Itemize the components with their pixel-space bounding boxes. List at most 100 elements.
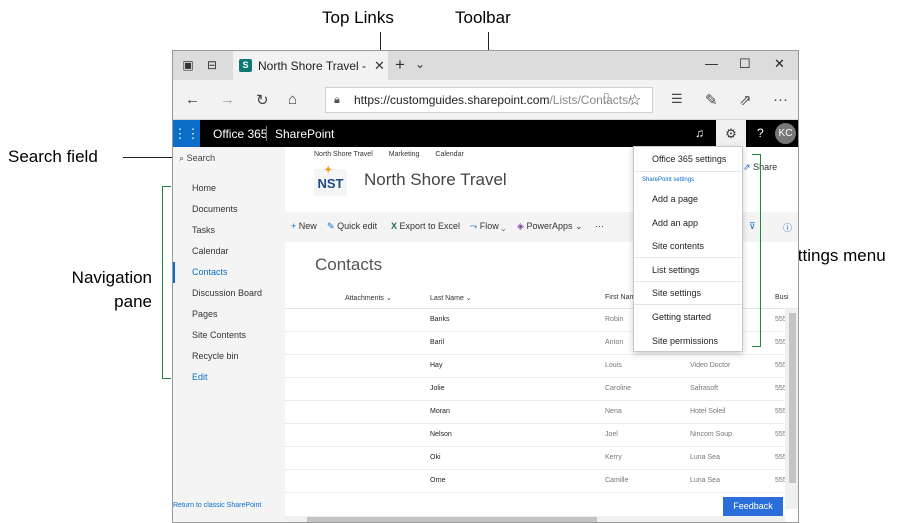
- new-tab-icon[interactable]: +: [395, 55, 405, 75]
- feedback-button[interactable]: Feedback: [723, 497, 783, 516]
- export-excel-button[interactable]: X Export to Excel: [391, 221, 460, 231]
- menu-list-settings[interactable]: List settings: [634, 265, 742, 275]
- app-launcher-icon[interactable]: ⋮⋮: [173, 120, 200, 147]
- menu-divider: [634, 171, 742, 172]
- cell-last-name[interactable]: Moran: [430, 408, 450, 415]
- nav-item-recycle-bin[interactable]: Recycle bin: [173, 346, 285, 367]
- set-aside-tabs-icon[interactable]: ⊟: [205, 58, 219, 72]
- cell-last-name[interactable]: Hay: [430, 362, 442, 369]
- nav-item-documents[interactable]: Documents: [173, 199, 285, 220]
- settings-menu: Office 365 settings SharePoint settings …: [633, 146, 743, 352]
- office-suite-bar: ⋮⋮ Office 365 SharePoint ♫ ⚙ ? KC: [173, 120, 798, 147]
- menu-divider: [634, 304, 742, 305]
- close-tab-icon[interactable]: ✕: [374, 58, 385, 74]
- top-links-bar: North Shore Travel Marketing Calendar: [314, 151, 478, 158]
- new-button[interactable]: + New: [291, 221, 317, 231]
- more-toolbar-icon[interactable]: ···: [595, 221, 604, 231]
- navigation-pane: ⌕ Search Home Documents Tasks Calendar C…: [173, 147, 285, 522]
- scroll-thumb[interactable]: [789, 313, 796, 483]
- menu-divider: [634, 281, 742, 282]
- forward-icon[interactable]: →: [220, 91, 235, 108]
- chevron-down-icon[interactable]: ⌄: [415, 57, 425, 71]
- menu-add-an-app[interactable]: Add an app: [634, 218, 742, 228]
- menu-divider: [634, 257, 742, 258]
- favorite-star-icon[interactable]: ☆: [628, 91, 641, 109]
- nav-item-contacts[interactable]: Contacts: [173, 262, 285, 283]
- table-row[interactable]: Moran Nena Hotel Soleil 555-: [285, 401, 798, 424]
- col-last-name[interactable]: Last Name ⌄: [430, 294, 472, 302]
- reading-view-icon[interactable]: ▯: [603, 90, 610, 104]
- table-row[interactable]: Nelson Joel Nincom Soup 555-: [285, 424, 798, 447]
- help-icon[interactable]: ?: [757, 126, 764, 140]
- menu-site-permissions[interactable]: Site permissions: [634, 336, 742, 346]
- vertical-scrollbar[interactable]: [785, 309, 798, 509]
- menu-site-contents[interactable]: Site contents: [634, 241, 742, 251]
- cell-last-name[interactable]: Nelson: [430, 431, 452, 438]
- menu-getting-started[interactable]: Getting started: [634, 312, 742, 322]
- tab-actions-icon[interactable]: ▣: [181, 58, 195, 72]
- horizontal-scrollbar[interactable]: [285, 516, 785, 522]
- more-icon[interactable]: ···: [773, 91, 788, 108]
- powerapps-button[interactable]: ◈ PowerApps ⌄: [517, 221, 583, 232]
- callout-top-links: Top Links: [322, 8, 394, 27]
- cell-company: Video Doctor: [690, 362, 731, 369]
- close-window-icon[interactable]: ✕: [774, 56, 785, 72]
- title-bar: ▣ ⊟ S North Shore Travel - Co ✕ + ⌄ — ☐ …: [173, 51, 798, 80]
- top-link-marketing[interactable]: Marketing: [389, 151, 420, 158]
- share-browser-icon[interactable]: ⇗: [739, 91, 752, 109]
- col-first-name[interactable]: First Nam: [605, 294, 635, 301]
- settings-gear-icon[interactable]: ⚙: [716, 120, 746, 147]
- col-business-phone[interactable]: Busi: [775, 294, 789, 301]
- top-link-calendar[interactable]: Calendar: [435, 151, 463, 158]
- browser-tab[interactable]: S North Shore Travel - Co ✕: [233, 51, 388, 80]
- minimize-icon[interactable]: —: [705, 56, 718, 71]
- nav-item-site-contents[interactable]: Site Contents: [173, 325, 285, 346]
- quick-edit-button[interactable]: ✎ Quick edit: [327, 221, 377, 232]
- horizontal-scroll-thumb[interactable]: [307, 517, 597, 522]
- table-row[interactable]: Jolie Caroline Safrasoft 555-: [285, 378, 798, 401]
- home-icon[interactable]: ⌂: [288, 91, 297, 108]
- return-classic-link[interactable]: Return to classic SharePoint: [173, 502, 261, 509]
- cell-last-name[interactable]: Jolie: [430, 385, 444, 392]
- back-icon[interactable]: ←: [185, 91, 200, 108]
- search-field[interactable]: ⌕ Search: [179, 153, 215, 164]
- top-link-home[interactable]: North Shore Travel: [314, 151, 373, 158]
- sharepoint-link[interactable]: SharePoint: [275, 127, 334, 141]
- cell-last-name[interactable]: Oki: [430, 454, 441, 461]
- annotated-screenshot: Top Links Toolbar Search field Navigatio…: [0, 0, 912, 523]
- avatar[interactable]: KC: [775, 123, 796, 144]
- menu-add-a-page[interactable]: Add a page: [634, 194, 742, 204]
- nav-edit-link[interactable]: Edit: [173, 367, 285, 388]
- cell-company: Luna Sea: [690, 477, 720, 484]
- site-logo[interactable]: ✦ NST: [314, 166, 347, 196]
- address-bar: ← → ↻ ⌂ 🔒︎ https://customguides.sharepoi…: [173, 80, 798, 120]
- cell-last-name[interactable]: Baril: [430, 339, 444, 346]
- col-attachments[interactable]: Attachments ⌄: [345, 294, 392, 302]
- callout-line-search: [123, 157, 178, 158]
- table-row[interactable]: Hay Louis Video Doctor 555-: [285, 355, 798, 378]
- nav-item-discussion-board[interactable]: Discussion Board: [173, 283, 285, 304]
- nav-item-calendar[interactable]: Calendar: [173, 241, 285, 262]
- notification-bell-icon[interactable]: ♫: [695, 126, 704, 140]
- list-title: Contacts: [315, 255, 383, 274]
- favorites-hub-icon[interactable]: ☰: [671, 91, 683, 107]
- cell-last-name[interactable]: Banks: [430, 316, 449, 323]
- nav-item-tasks[interactable]: Tasks: [173, 220, 285, 241]
- site-title[interactable]: North Shore Travel: [364, 170, 507, 190]
- office-365-link[interactable]: Office 365: [213, 127, 267, 141]
- info-icon[interactable]: ⓘ: [783, 221, 792, 234]
- plus-icon: +: [291, 221, 297, 231]
- nav-item-pages[interactable]: Pages: [173, 304, 285, 325]
- callout-search-field: Search field: [8, 147, 98, 166]
- refresh-icon[interactable]: ↻: [256, 91, 269, 109]
- cell-first-name: Caroline: [605, 385, 632, 392]
- cell-last-name[interactable]: Orne: [430, 477, 446, 484]
- menu-site-settings[interactable]: Site settings: [634, 288, 742, 298]
- table-row[interactable]: Oki Kerry Luna Sea 555-: [285, 447, 798, 470]
- flow-button[interactable]: ⤳ Flow ⌄: [470, 221, 505, 232]
- nav-item-home[interactable]: Home: [173, 178, 285, 199]
- table-row[interactable]: Orne Camille Luna Sea 555-: [285, 470, 798, 493]
- menu-office-365-settings[interactable]: Office 365 settings: [634, 154, 742, 164]
- maximize-icon[interactable]: ☐: [739, 56, 751, 72]
- pen-icon[interactable]: ✎: [705, 91, 718, 109]
